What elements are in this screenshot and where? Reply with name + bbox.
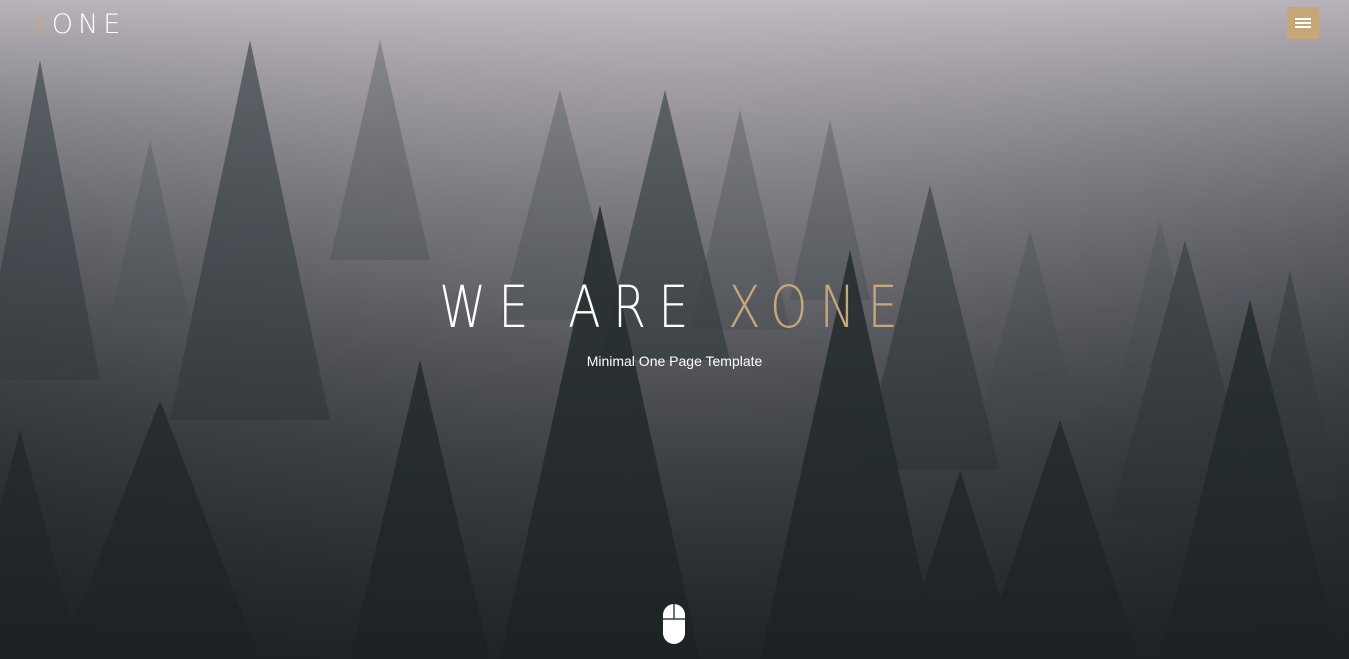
hero-title-accent: XONE (728, 273, 910, 341)
logo-text: ONE (51, 9, 126, 40)
hero-section: XONE WE ARE XONE Minimal One Page Templa… (0, 0, 1349, 659)
scroll-down-button[interactable] (662, 603, 686, 645)
site-logo[interactable]: XONE (30, 8, 125, 42)
mouse-scroll-icon (663, 604, 685, 644)
menu-button[interactable] (1287, 7, 1319, 39)
logo-accent-letter: X (30, 9, 52, 40)
hero-title: WE ARE XONE (121, 270, 1227, 344)
hero-title-main: WE ARE (439, 273, 729, 341)
hero-subtitle: Minimal One Page Template (586, 353, 763, 369)
